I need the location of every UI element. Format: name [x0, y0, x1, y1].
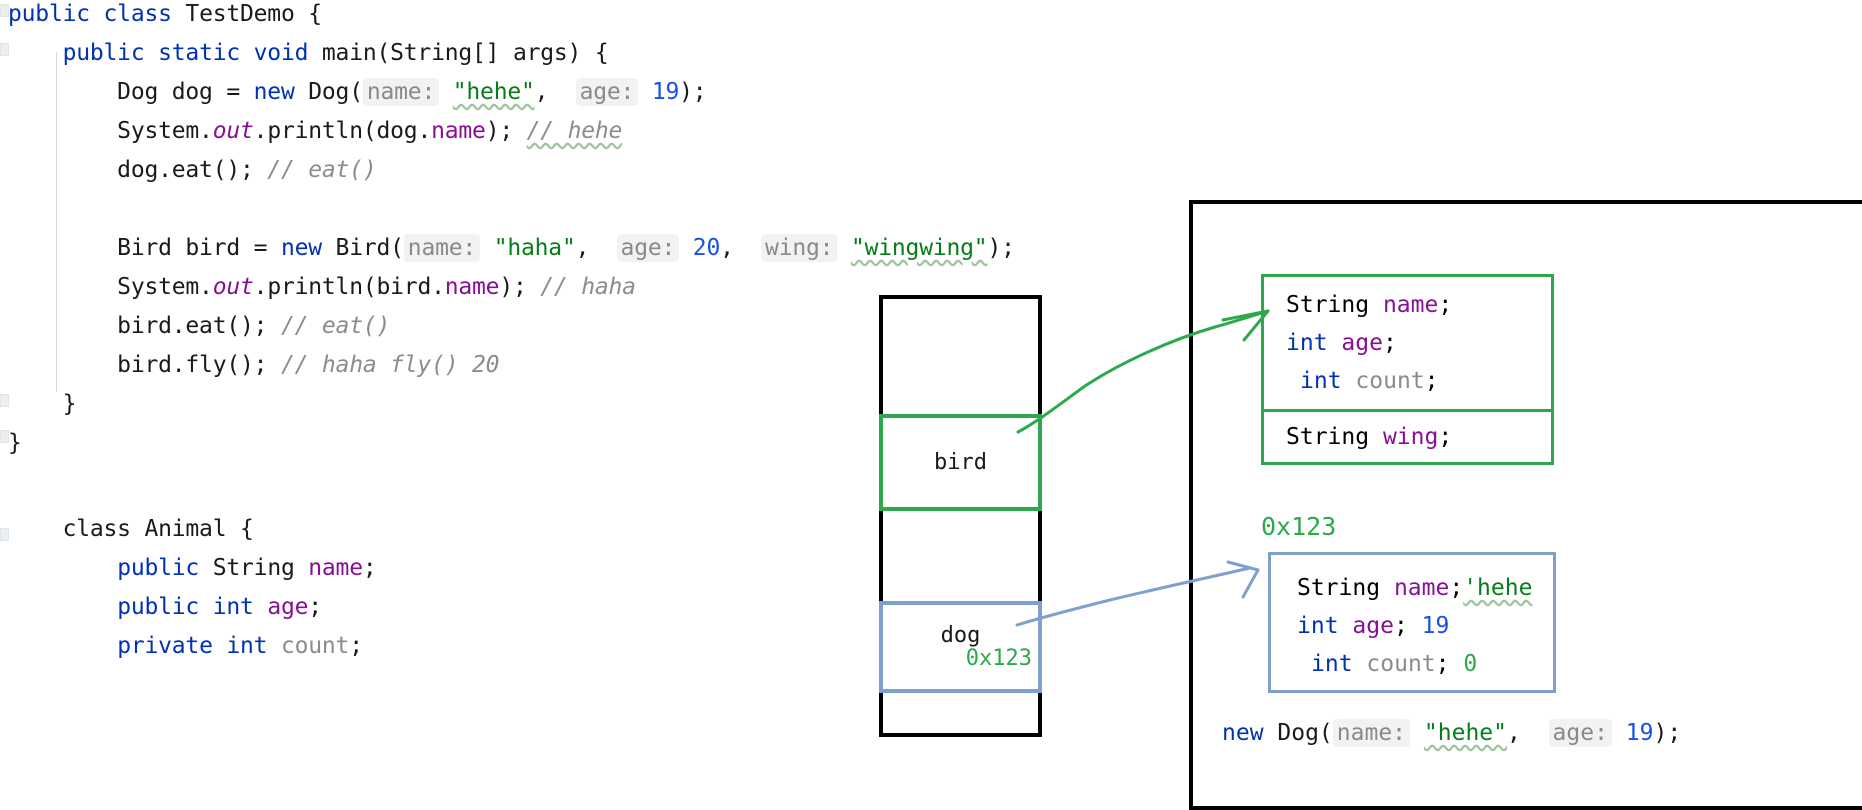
param-hint-wing: wing: — [761, 234, 838, 262]
code-line-9[interactable]: bird.eat(); // eat() — [8, 307, 390, 346]
dog-field-count-value: 0 — [1463, 651, 1478, 677]
code-line-7[interactable]: Bird bird = new Bird(name: "haha", age: … — [8, 229, 1015, 268]
field-row-wing: String wing; — [1286, 424, 1453, 450]
field-row-name: String name; — [1286, 292, 1453, 318]
field-count-label: count — [1355, 368, 1425, 394]
code-line-3[interactable]: Dog dog = new Dog(name: "hehe", age: 19)… — [8, 73, 707, 112]
stack-cell-bird-label: bird — [934, 450, 987, 475]
code-line-8[interactable]: System.out.println(bird.name); // haha — [8, 268, 636, 307]
code-line-11[interactable]: } — [8, 385, 77, 424]
field-wing-label: wing — [1382, 424, 1439, 450]
code-line-12[interactable]: } — [8, 424, 22, 463]
heap-bird-own-section: String wing; — [1264, 412, 1551, 462]
param-hint-name-2: name: — [403, 234, 481, 262]
param-hint-age-2: age: — [616, 234, 680, 262]
dog-field-row-count: int count; 0 — [1311, 651, 1478, 677]
code-line-4[interactable]: System.out.println(dog.name); // hehe — [8, 112, 622, 151]
heap-bird-object[interactable]: String name; int age; int count; String … — [1261, 274, 1554, 465]
heap-dog-object[interactable]: String name;'hehe int age; 19 int count;… — [1268, 552, 1556, 693]
dog-field-age-value: 19 — [1421, 613, 1450, 639]
heap-bird-inherited-section: String name; int age; int count; — [1264, 277, 1551, 412]
code-line-5[interactable]: dog.eat(); // eat() — [8, 151, 377, 190]
code-line-1[interactable]: public class TestDemo { — [8, 0, 322, 34]
stack-cell-dog-address: 0x123 — [965, 646, 1032, 671]
field-name-label: name — [1382, 292, 1439, 318]
code-line-2[interactable]: public static void main(String[] args) { — [8, 34, 609, 73]
caption-param-hint-name: name: — [1332, 719, 1411, 747]
code-line-15[interactable]: public String name; — [8, 549, 377, 588]
heap-dog-caption: new Dog(name: "hehe", age: 19); — [1222, 719, 1682, 747]
dog-field-name-value: 'hehe — [1463, 575, 1533, 601]
stack-cell-dog-label: dog — [940, 623, 981, 648]
code-line-17[interactable]: private int count; — [8, 627, 363, 666]
code-line-14[interactable]: class Animal { — [8, 510, 254, 549]
stack-cell-bird[interactable]: bird — [879, 414, 1042, 511]
heap-dog-address-label: 0x123 — [1261, 512, 1337, 541]
field-age-label: age — [1341, 330, 1383, 356]
code-line-10[interactable]: bird.fly(); // haha fly() 20 — [8, 346, 499, 385]
stack-cell-dog[interactable]: dog 0x123 — [879, 601, 1042, 693]
field-row-age: int age; — [1286, 330, 1397, 356]
field-row-count: int count; — [1300, 368, 1439, 394]
code-line-16[interactable]: public int age; — [8, 588, 322, 627]
dog-field-row-name: String name;'hehe — [1297, 575, 1533, 601]
dog-field-row-age: int age; 19 — [1297, 613, 1450, 639]
param-hint-age: age: — [575, 78, 639, 106]
param-hint-name: name: — [362, 78, 440, 106]
caption-param-hint-age: age: — [1548, 719, 1612, 747]
